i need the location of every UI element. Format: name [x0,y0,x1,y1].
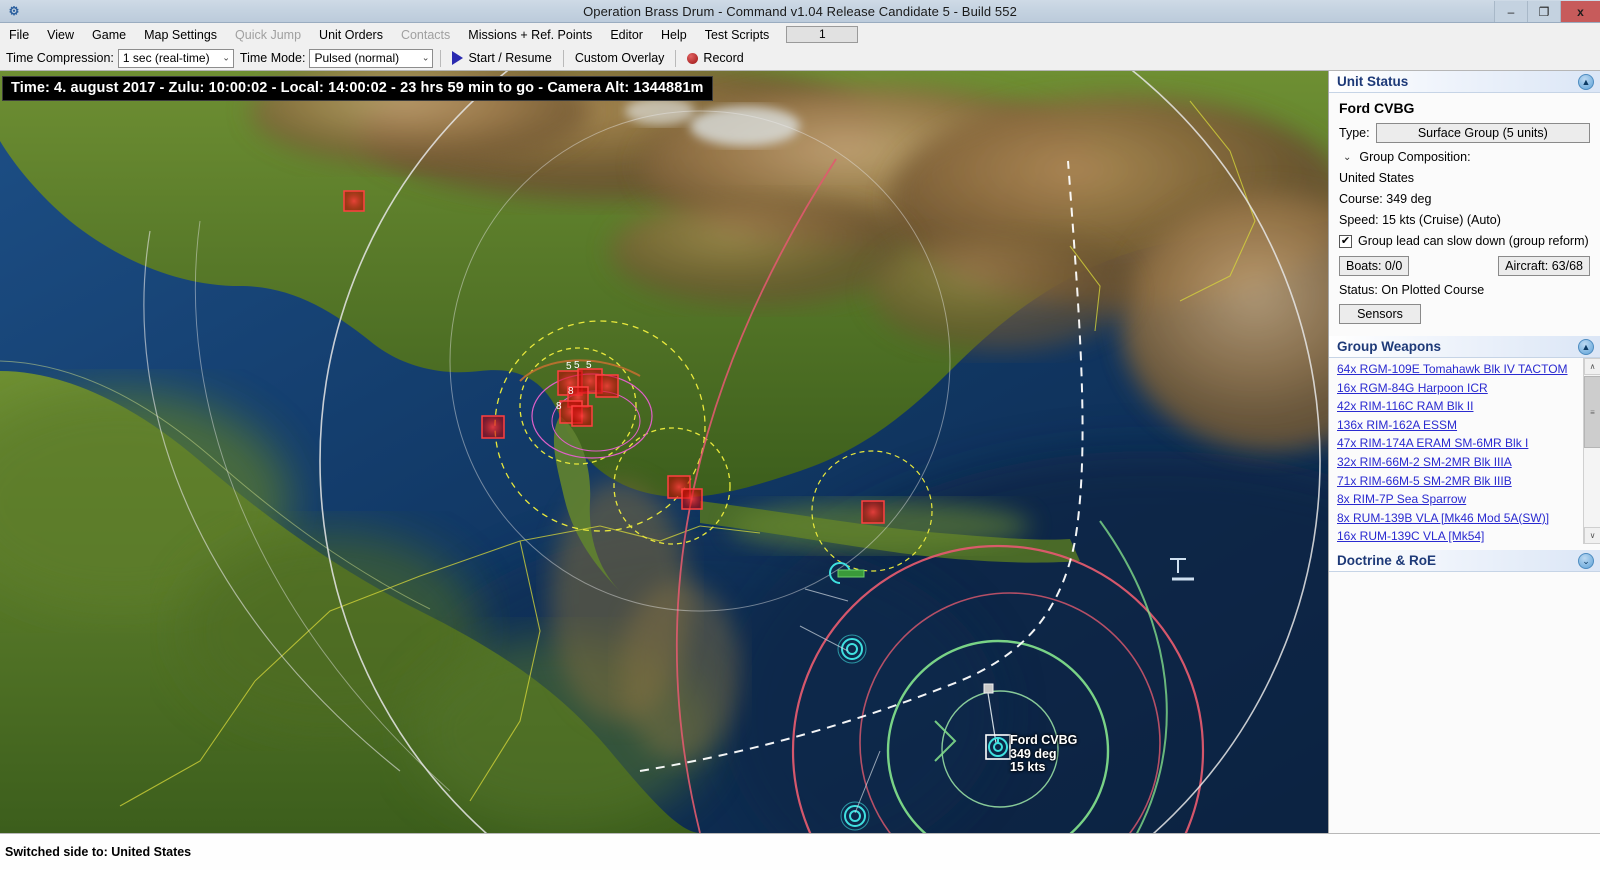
unit-status-title: Unit Status [1337,74,1408,89]
map-view[interactable]: 5 5 5 8 8 [0,71,1328,833]
time-compression-label: Time Compression: [6,51,114,65]
record-icon [687,53,698,64]
waypoint-marker [984,684,993,693]
test-scripts-value-box[interactable]: 1 [786,26,858,43]
unit-status-line: Status: On Plotted Course [1339,283,1590,297]
toolbar-divider [563,50,564,67]
chevron-down-icon[interactable]: ⌄ [1578,553,1594,569]
menu-quick-jump: Quick Jump [226,25,310,45]
menu-bar: File View Game Map Settings Quick Jump U… [0,23,1600,46]
menu-unit-orders[interactable]: Unit Orders [310,25,392,45]
chevron-down-icon: ⌄ [422,53,430,64]
svg-text:5: 5 [566,361,572,372]
chevron-up-icon[interactable]: ▲ [1578,74,1594,90]
menu-editor[interactable]: Editor [601,25,652,45]
menu-game[interactable]: Game [83,25,135,45]
aircraft-status[interactable]: Aircraft: 63/68 [1498,256,1590,276]
weapon-item[interactable]: 64x RGM-109E Tomahawk Blk IV TACTOM [1337,362,1582,376]
weapon-item[interactable]: 8x RUM-139B VLA [Mk46 Mod 5A(SW)] [1337,511,1582,525]
chevron-up-icon[interactable]: ▲ [1578,339,1594,355]
play-icon [452,51,463,65]
status-bar: Switched side to: United States [0,833,1600,870]
time-mode-select[interactable]: Pulsed (normal) ⌄ [309,49,433,68]
menu-map-settings[interactable]: Map Settings [135,25,226,45]
sensors-button[interactable]: Sensors [1339,304,1421,324]
record-button[interactable]: Record [683,50,747,66]
close-button[interactable]: x [1560,1,1600,22]
toolbar-divider [440,50,441,67]
weapons-list: 64x RGM-109E Tomahawk Blk IV TACTOM 16x … [1329,358,1582,544]
menu-help[interactable]: Help [652,25,696,45]
start-resume-label: Start / Resume [468,51,551,65]
right-sidebar: Unit Status ▲ Ford CVBG Type: Surface Gr… [1328,71,1600,833]
svg-text:5: 5 [586,360,592,371]
weapon-item[interactable]: 16x RUM-139C VLA [Mk54] [1337,529,1582,543]
toolbar-divider [675,50,676,67]
weapon-item[interactable]: 16x RGM-84G Harpoon ICR [1337,381,1582,395]
group-weapons-title: Group Weapons [1337,339,1441,354]
group-weapons-header[interactable]: Group Weapons ▲ [1329,336,1600,358]
boats-aircraft-row: Boats: 0/0 Aircraft: 63/68 [1339,256,1590,276]
status-message: Switched side to: United States [0,845,191,859]
unit-type-label: Type: [1339,126,1370,140]
unit-status-body: Ford CVBG Type: Surface Group (5 units) … [1329,93,1600,330]
restore-button[interactable]: ❐ [1527,1,1560,22]
map-canvas: 5 5 5 8 8 [0,71,1328,833]
group-lead-label: Group lead can slow down (group reform) [1358,234,1589,248]
svg-text:8: 8 [568,386,574,397]
weapon-item[interactable]: 42x RIM-116C RAM Blk II [1337,399,1582,413]
unit-side: United States [1339,171,1590,185]
weapon-item[interactable]: 32x RIM-66M-2 SM-2MR Blk IIIA [1337,455,1582,469]
minimize-button[interactable]: – [1494,1,1527,22]
doctrine-roe-header[interactable]: Doctrine & RoE ⌄ [1329,550,1600,572]
time-compression-select[interactable]: 1 sec (real-time) ⌄ [118,49,234,68]
time-compression-value: 1 sec (real-time) [123,51,210,65]
chevron-down-icon: ⌄ [1343,152,1351,163]
group-weapons-body: 64x RGM-109E Tomahawk Blk IV TACTOM 16x … [1329,358,1600,544]
unit-status-header[interactable]: Unit Status ▲ [1329,71,1600,93]
group-lead-row[interactable]: ✔ Group lead can slow down (group reform… [1339,234,1590,248]
unit-speed: Speed: 15 kts (Cruise) (Auto) [1339,213,1590,227]
toolbar: Time Compression: 1 sec (real-time) ⌄ Ti… [0,46,1600,71]
menu-test-scripts[interactable]: Test Scripts [696,25,779,45]
chevron-down-icon: ⌄ [222,53,230,64]
weapon-item[interactable]: 136x RIM-162A ESSM [1337,418,1582,432]
unit-name: Ford CVBG [1339,100,1590,116]
menu-missions-ref-points[interactable]: Missions + Ref. Points [459,25,601,45]
svg-text:8: 8 [556,401,562,412]
time-status-banner: Time: 4. august 2017 - Zulu: 10:00:02 - … [2,76,713,101]
window-title-bar: ⚙ Operation Brass Drum - Command v1.04 R… [0,0,1600,23]
unit-type-row: Type: Surface Group (5 units) [1339,123,1590,143]
window-controls: – ❐ x [1494,1,1600,22]
menu-view[interactable]: View [38,25,83,45]
weapon-item[interactable]: 71x RIM-66M-5 SM-2MR Blk IIIB [1337,474,1582,488]
selected-unit-speed: 15 kts [1010,761,1077,775]
group-lead-checkbox[interactable]: ✔ [1339,235,1352,248]
weapon-item[interactable]: 8x RIM-7P Sea Sparrow [1337,492,1582,506]
weapon-item[interactable]: 47x RIM-174A ERAM SM-6MR Blk I [1337,436,1582,450]
group-composition-label: Group Composition: [1359,150,1470,164]
time-mode-label: Time Mode: [240,51,306,65]
unit-type-value[interactable]: Surface Group (5 units) [1376,123,1590,143]
selected-unit-label: Ford CVBG 349 deg 15 kts [1010,734,1077,775]
unit-course: Course: 349 deg [1339,192,1590,206]
start-resume-button[interactable]: Start / Resume [448,50,555,66]
menu-contacts: Contacts [392,25,459,45]
custom-overlay-button[interactable]: Custom Overlay [571,50,669,66]
svg-text:5: 5 [574,360,580,371]
friendly-marker-bar [838,570,864,577]
time-mode-value: Pulsed (normal) [314,51,399,65]
window-title: Operation Brass Drum - Command v1.04 Rel… [0,4,1600,19]
scroll-up-button[interactable]: ∧ [1584,358,1600,375]
selected-unit-course: 349 deg [1010,748,1077,762]
weapons-scrollbar[interactable]: ∧ ≡ ∨ [1583,358,1600,544]
selected-unit-name: Ford CVBG [1010,734,1077,748]
group-composition-toggle[interactable]: ⌄ Group Composition: [1339,150,1590,164]
doctrine-roe-title: Doctrine & RoE [1337,553,1436,568]
scroll-down-button[interactable]: ∨ [1584,527,1600,544]
scrollbar-thumb[interactable]: ≡ [1584,376,1600,448]
boats-status[interactable]: Boats: 0/0 [1339,256,1409,276]
menu-file[interactable]: File [0,25,38,45]
record-label: Record [703,51,743,65]
